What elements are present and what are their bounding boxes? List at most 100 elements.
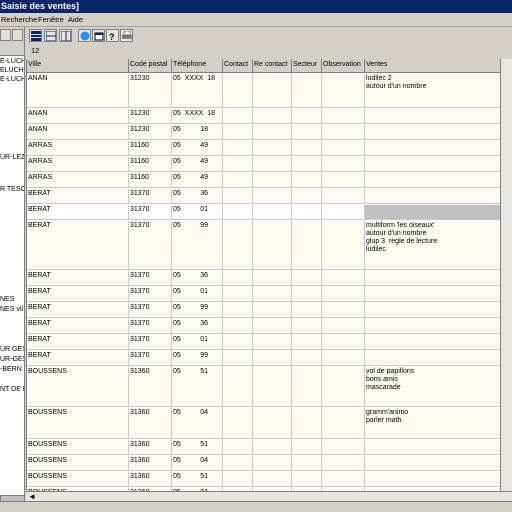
menu-fenetre[interactable]: Fenêtre xyxy=(38,14,64,26)
column-header-re-contact[interactable]: Re contact xyxy=(253,59,292,73)
cell-telephone[interactable]: 05 49 xyxy=(172,141,223,155)
cell-ville[interactable]: BERAT xyxy=(27,335,129,349)
cell-code-postal[interactable]: 31160 xyxy=(129,157,172,171)
globe-icon[interactable] xyxy=(78,29,91,42)
column-header-ville[interactable]: Ville xyxy=(27,59,129,73)
cell-secteur[interactable] xyxy=(292,157,322,171)
cell-ville[interactable]: ARRAS xyxy=(27,173,129,187)
cell-observation[interactable] xyxy=(322,271,365,285)
cell-observation[interactable] xyxy=(322,456,365,470)
cell-observation[interactable] xyxy=(322,440,365,454)
cell-telephone[interactable]: 05 04 xyxy=(172,456,223,470)
cell-ville[interactable]: BOUSSENS xyxy=(27,472,129,486)
cell-observation[interactable] xyxy=(322,335,365,349)
cell-ventes[interactable] xyxy=(365,173,500,187)
table-row[interactable]: ANAN 31230 05 XXXX 18 ludilec 2 autour d'un… xyxy=(27,74,500,108)
cell-ventes[interactable] xyxy=(365,141,500,155)
cell-code-postal[interactable]: 31370 xyxy=(129,303,172,317)
cell-re-contact[interactable] xyxy=(253,319,292,333)
table-row[interactable]: ANAN 31230 05 18 xyxy=(27,125,500,140)
table-row[interactable]: BERAT 31370 05 01 xyxy=(27,287,500,302)
cell-contact[interactable] xyxy=(223,319,253,333)
cell-secteur[interactable] xyxy=(292,271,322,285)
cell-secteur[interactable] xyxy=(292,303,322,317)
table-row[interactable]: ARRAS 31160 05 49 xyxy=(27,173,500,188)
cell-contact[interactable] xyxy=(223,157,253,171)
cell-contact[interactable] xyxy=(223,408,253,438)
cell-observation[interactable] xyxy=(322,125,365,139)
cell-code-postal[interactable]: 31230 xyxy=(129,125,172,139)
cell-ventes[interactable]: ludilec 2 autour d'un nombre xyxy=(365,74,500,107)
cell-telephone[interactable]: 05 49 xyxy=(172,173,223,187)
left-item[interactable]: NES vil xyxy=(0,306,24,314)
cell-secteur[interactable] xyxy=(292,335,322,349)
cell-secteur[interactable] xyxy=(292,456,322,470)
cell-code-postal[interactable]: 31360 xyxy=(129,367,172,406)
cell-re-contact[interactable] xyxy=(253,287,292,301)
cell-ville[interactable]: BERAT xyxy=(27,221,129,269)
cell-re-contact[interactable] xyxy=(253,472,292,486)
cell-re-contact[interactable] xyxy=(253,303,292,317)
cell-code-postal[interactable]: 31360 xyxy=(129,440,172,454)
cell-secteur[interactable] xyxy=(292,221,322,269)
cell-code-postal[interactable]: 31370 xyxy=(129,271,172,285)
table-row[interactable]: BERAT 31370 05 01 xyxy=(27,335,500,350)
table-row[interactable]: BOUSSENS 31360 05 51 vol de papillons bons … xyxy=(27,367,500,407)
prev-icon[interactable] xyxy=(0,29,11,41)
cell-code-postal[interactable]: 31370 xyxy=(129,221,172,269)
cell-ventes[interactable]: gramm'animo parler math. xyxy=(365,408,500,438)
cell-contact[interactable] xyxy=(223,205,253,219)
cell-ventes[interactable]: vol de papillons bons amis mascarade xyxy=(365,367,500,406)
cell-secteur[interactable] xyxy=(292,109,322,123)
cell-ventes[interactable] xyxy=(365,189,500,203)
cell-telephone[interactable]: 05 01 xyxy=(172,335,223,349)
cell-ville[interactable]: BERAT xyxy=(27,319,129,333)
cell-ventes[interactable] xyxy=(365,440,500,454)
table-row[interactable]: BERAT 31370 05 36 xyxy=(27,319,500,334)
cell-re-contact[interactable] xyxy=(253,440,292,454)
left-item[interactable]: R TESC xyxy=(0,186,24,194)
cell-contact[interactable] xyxy=(223,335,253,349)
view-list-icon[interactable] xyxy=(44,29,57,42)
cell-ventes[interactable]: multiform 'les oiseaux' autour d'un nomb… xyxy=(365,221,500,269)
cell-observation[interactable] xyxy=(322,303,365,317)
cell-ville[interactable]: ANAN xyxy=(27,125,129,139)
table-row[interactable]: BERAT 31370 05 01 xyxy=(27,205,500,220)
cell-observation[interactable] xyxy=(322,173,365,187)
table-row[interactable]: ARRAS 31160 05 49 xyxy=(27,157,500,172)
cell-contact[interactable] xyxy=(223,125,253,139)
left-item[interactable]: E-LUCH xyxy=(0,58,24,66)
cell-contact[interactable] xyxy=(223,303,253,317)
cell-code-postal[interactable]: 31360 xyxy=(129,456,172,470)
cell-re-contact[interactable] xyxy=(253,125,292,139)
cell-code-postal[interactable]: 31370 xyxy=(129,287,172,301)
horizontal-scrollbar[interactable]: ◄ xyxy=(26,491,512,501)
cell-secteur[interactable] xyxy=(292,408,322,438)
cell-contact[interactable] xyxy=(223,440,253,454)
cell-observation[interactable] xyxy=(322,287,365,301)
cell-observation[interactable] xyxy=(322,367,365,406)
cell-code-postal[interactable]: 31230 xyxy=(129,109,172,123)
next-icon[interactable] xyxy=(12,29,23,41)
cell-secteur[interactable] xyxy=(292,440,322,454)
cell-ville[interactable]: BOUSSENS xyxy=(27,440,129,454)
cell-contact[interactable] xyxy=(223,141,253,155)
table-row[interactable]: ARRAS 31160 05 49 xyxy=(27,141,500,156)
cell-observation[interactable] xyxy=(322,351,365,365)
cell-re-contact[interactable] xyxy=(253,205,292,219)
left-item[interactable]: UR-LEZ xyxy=(0,154,24,162)
cell-secteur[interactable] xyxy=(292,287,322,301)
cell-observation[interactable] xyxy=(322,109,365,123)
cell-re-contact[interactable] xyxy=(253,335,292,349)
cell-code-postal[interactable]: 31370 xyxy=(129,205,172,219)
table-row[interactable]: BERAT 31370 05 36 xyxy=(27,271,500,286)
cell-telephone[interactable]: 05 49 xyxy=(172,157,223,171)
table-row[interactable]: ANAN 31230 05 XXXX 18 xyxy=(27,109,500,124)
cell-telephone[interactable]: 05 99 xyxy=(172,303,223,317)
column-header-contact[interactable]: Contact xyxy=(223,59,253,73)
view-table-icon[interactable] xyxy=(59,29,72,42)
cell-secteur[interactable] xyxy=(292,351,322,365)
cell-telephone[interactable]: 05 01 xyxy=(172,205,223,219)
cell-telephone[interactable]: 05 36 xyxy=(172,189,223,203)
cell-re-contact[interactable] xyxy=(253,408,292,438)
